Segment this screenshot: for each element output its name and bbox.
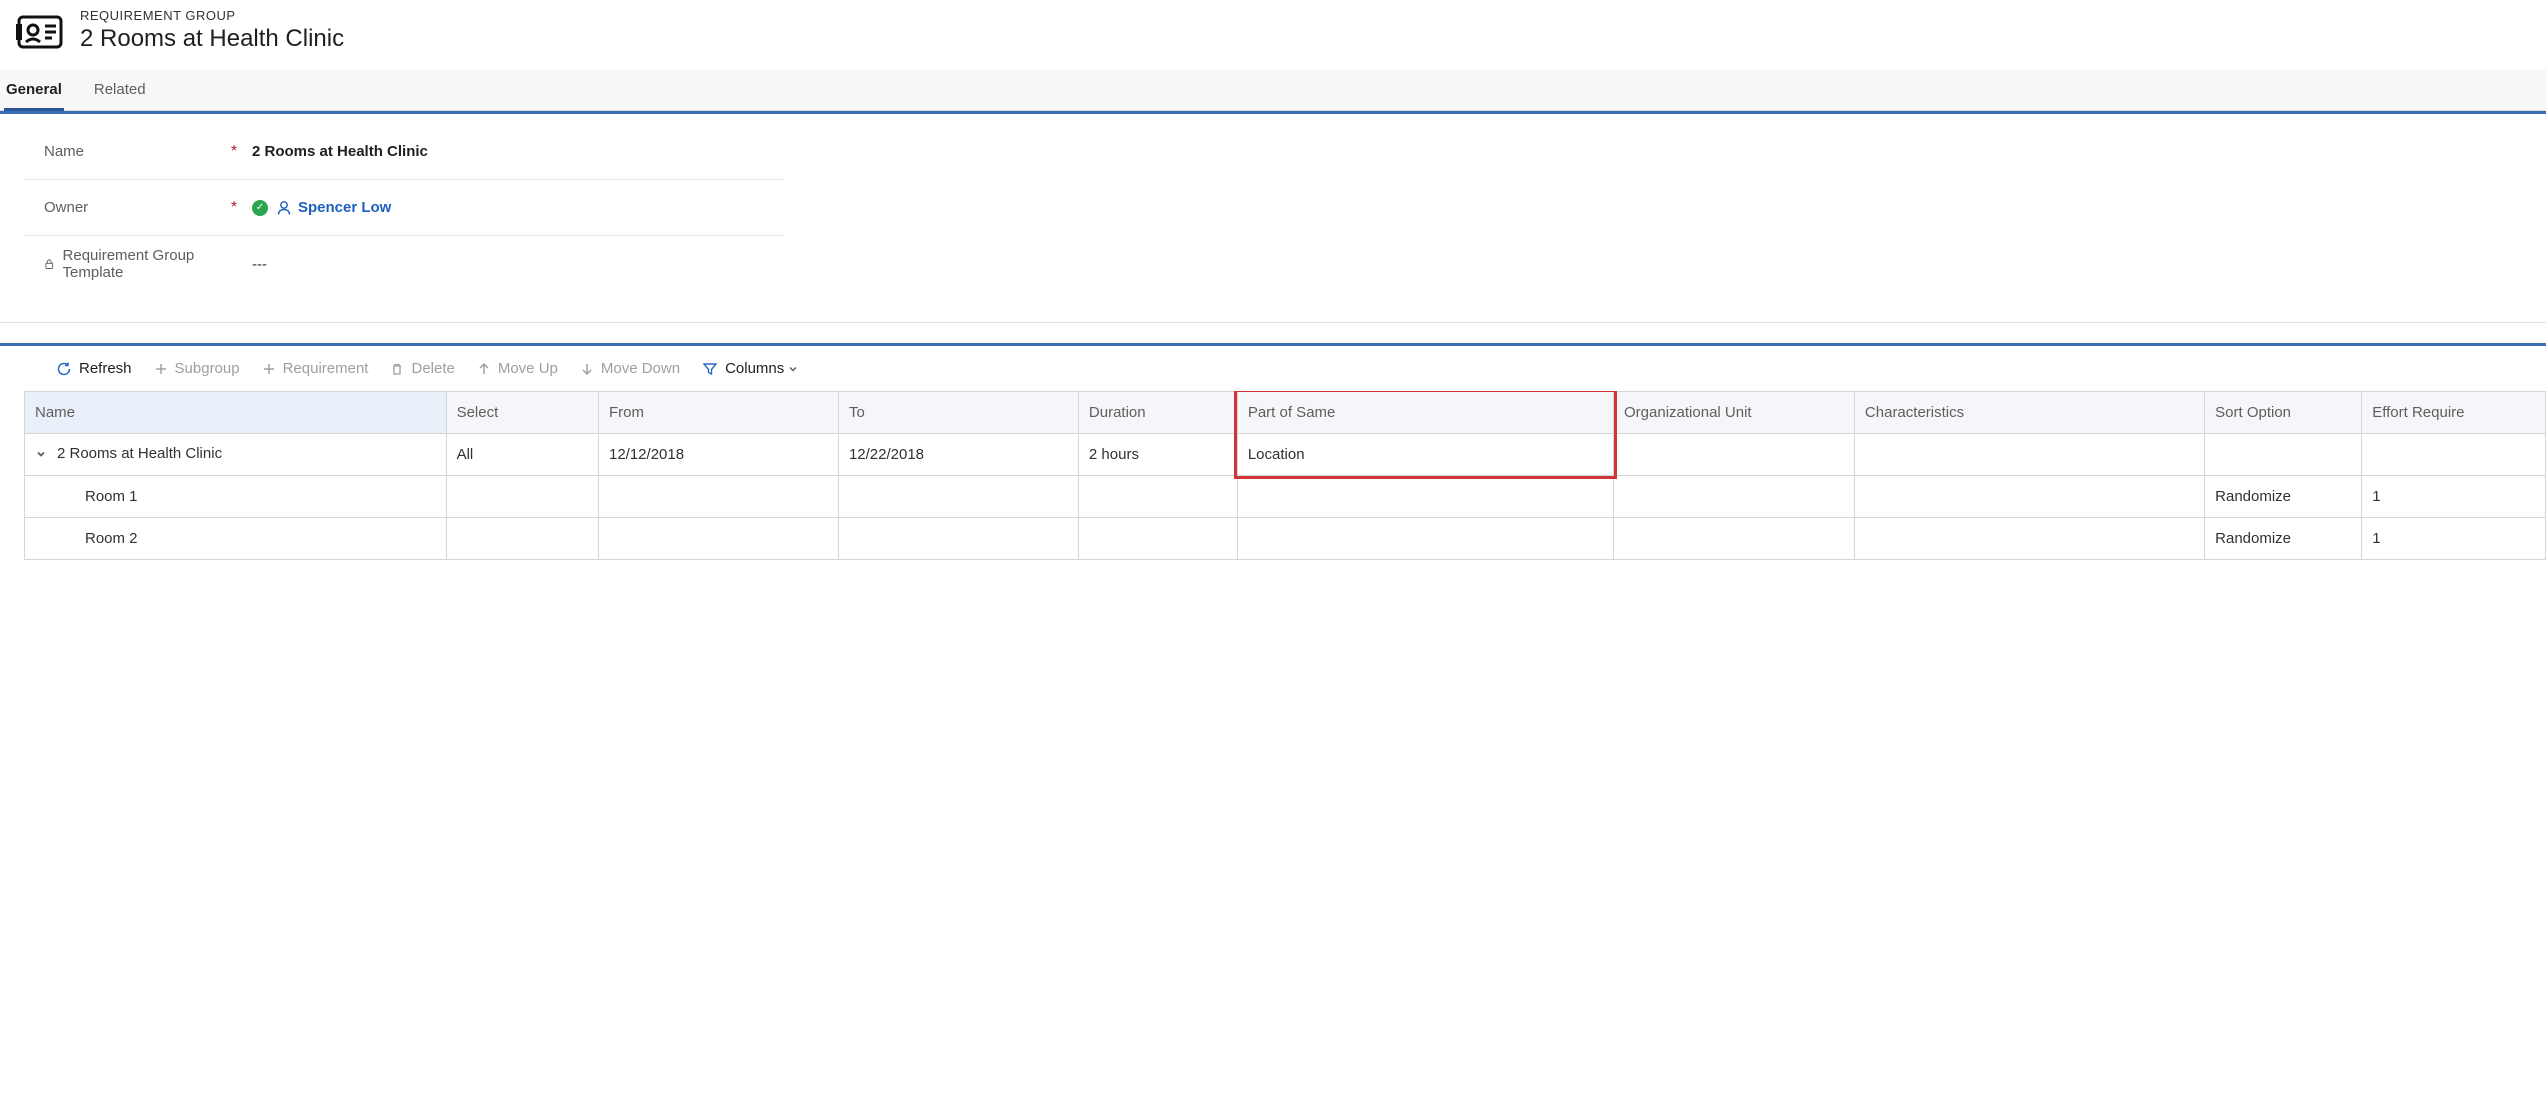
cell-from[interactable]: 12/12/2018 [598,434,838,476]
columns-label: Columns [725,360,784,377]
cell-from[interactable] [598,518,838,560]
arrow-up-icon [477,362,491,376]
delete-button[interactable]: Delete [390,360,454,377]
cell-select[interactable]: All [446,434,598,476]
grid-wrapper: Name Select From To Duration Part of Sam… [0,391,2546,560]
cell-effort-required[interactable] [2362,434,2546,476]
form-general: Name * 2 Rooms at Health Clinic Owner * … [0,111,2546,323]
grid-header-row: Name Select From To Duration Part of Sam… [25,392,2546,434]
col-part-of-same[interactable]: Part of Same [1237,392,1613,434]
refresh-label: Refresh [79,360,132,377]
col-name[interactable]: Name [25,392,447,434]
cell-effort-required[interactable]: 1 [2362,518,2546,560]
cell-duration[interactable]: 2 hours [1078,434,1237,476]
tab-bar: General Related [0,69,2546,111]
field-value-name[interactable]: 2 Rooms at Health Clinic [244,133,784,170]
cell-characteristics[interactable] [1854,434,2204,476]
cell-part-of-same[interactable]: Location [1237,434,1613,476]
cell-name[interactable]: Room 1 [25,476,447,518]
entity-icon [16,12,64,55]
check-circle-icon: ✓ [252,200,268,216]
requirement-button[interactable]: Requirement [262,360,369,377]
requirement-grid-section: Refresh Subgroup Requirement Delete Move… [0,343,2546,560]
col-duration[interactable]: Duration [1078,392,1237,434]
plus-icon [154,362,168,376]
filter-icon [702,361,718,377]
col-select[interactable]: Select [446,392,598,434]
col-from[interactable]: From [598,392,838,434]
move-up-label: Move Up [498,360,558,377]
requirement-label: Requirement [283,360,369,377]
cell-part-of-same[interactable] [1237,476,1613,518]
cell-sort-option[interactable]: Randomize [2205,518,2362,560]
cell-characteristics[interactable] [1854,476,2204,518]
move-down-button[interactable]: Move Down [580,360,680,377]
table-row[interactable]: Room 1 Randomize1 [25,476,2546,518]
refresh-button[interactable]: Refresh [56,360,132,377]
delete-label: Delete [411,360,454,377]
cell-to[interactable] [838,518,1078,560]
col-org-unit[interactable]: Organizational Unit [1614,392,1855,434]
grid-toolbar: Refresh Subgroup Requirement Delete Move… [0,346,2546,391]
cell-duration[interactable] [1078,518,1237,560]
trash-icon [390,362,404,376]
owner-lookup[interactable]: Spencer Low [276,199,391,216]
col-sort-option[interactable]: Sort Option [2205,392,2362,434]
refresh-icon [56,361,72,377]
required-indicator: * [224,199,244,217]
field-label-owner: Owner [44,199,88,216]
cell-name[interactable]: Room 2 [25,518,447,560]
field-label-name: Name [44,143,84,160]
tab-general[interactable]: General [4,69,64,110]
col-effort-required[interactable]: Effort Require [2362,392,2546,434]
cell-select[interactable] [446,476,598,518]
cell-part-of-same[interactable] [1237,518,1613,560]
cell-org-unit[interactable] [1614,434,1855,476]
field-label-template: Requirement Group Template [63,247,210,281]
entity-label: REQUIREMENT GROUP [80,8,344,23]
cell-to[interactable] [838,476,1078,518]
move-up-button[interactable]: Move Up [477,360,558,377]
table-row[interactable]: 2 Rooms at Health Clinic All12/12/201812/… [25,434,2546,476]
field-value-template: --- [244,246,784,283]
owner-name: Spencer Low [298,199,391,216]
cell-org-unit[interactable] [1614,518,1855,560]
subgroup-label: Subgroup [175,360,240,377]
cell-name[interactable]: 2 Rooms at Health Clinic [25,434,447,476]
cell-sort-option[interactable] [2205,434,2362,476]
tab-related[interactable]: Related [92,69,148,110]
cell-org-unit[interactable] [1614,476,1855,518]
move-down-label: Move Down [601,360,680,377]
page-title: 2 Rooms at Health Clinic [80,25,344,53]
cell-to[interactable]: 12/22/2018 [838,434,1078,476]
col-characteristics[interactable]: Characteristics [1854,392,2204,434]
lock-icon [44,257,55,271]
cell-effort-required[interactable]: 1 [2362,476,2546,518]
required-indicator: * [224,143,244,161]
cell-sort-option[interactable]: Randomize [2205,476,2362,518]
cell-duration[interactable] [1078,476,1237,518]
subgroup-button[interactable]: Subgroup [154,360,240,377]
arrow-down-icon [580,362,594,376]
requirement-grid: Name Select From To Duration Part of Sam… [24,391,2546,560]
cell-characteristics[interactable] [1854,518,2204,560]
col-to[interactable]: To [838,392,1078,434]
chevron-down-icon [787,363,799,375]
row-name-text: 2 Rooms at Health Clinic [57,445,222,462]
plus-icon [262,362,276,376]
person-icon [276,200,292,216]
table-row[interactable]: Room 2 Randomize1 [25,518,2546,560]
chevron-down-icon[interactable] [35,448,47,460]
columns-button[interactable]: Columns [702,360,799,377]
cell-from[interactable] [598,476,838,518]
cell-select[interactable] [446,518,598,560]
page-header: REQUIREMENT GROUP 2 Rooms at Health Clin… [0,0,2546,69]
